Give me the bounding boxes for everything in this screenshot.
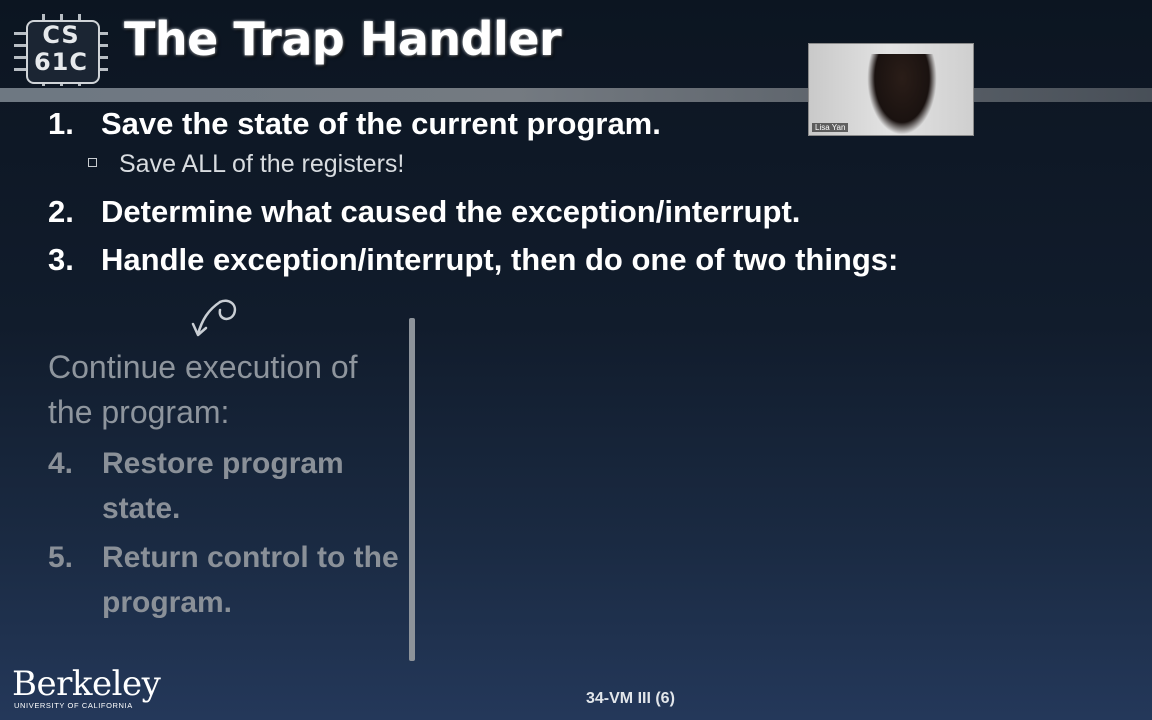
step-4-number: 4.: [48, 447, 74, 480]
header-band: [0, 88, 1152, 102]
step-1: 1. Save the state of the current program.: [48, 106, 661, 142]
cs61c-chip-logo: CS 61C: [14, 14, 108, 86]
step-4: 4. Restore program state.: [48, 441, 388, 533]
logo-line-2: 61C: [33, 48, 88, 76]
step-2-text: Determine what caused the exception/inte…: [101, 194, 801, 229]
step-5: 5. Return control to the program.: [48, 535, 399, 627]
hand-drawn-arrow-icon: [191, 299, 237, 337]
participant-name: Lisa Yan: [812, 123, 849, 132]
participant-avatar: [867, 54, 937, 135]
column-divider: [409, 318, 415, 661]
step-4-text: Restore program state.: [102, 447, 344, 525]
slide-number: 34-VM III (6): [586, 690, 675, 707]
berkeley-logo: Berkeley: [12, 664, 161, 704]
square-bullet-icon: [88, 157, 97, 167]
continue-execution-heading: Continue execution of the program:: [48, 349, 358, 430]
berkeley-logo-subtitle: UNIVERSITY OF CALIFORNIA: [14, 701, 133, 710]
step-5-number: 5.: [48, 541, 74, 574]
step-1-sub-bullet: Save ALL of the registers!: [88, 150, 404, 179]
step-2-number: 2.: [48, 194, 74, 229]
participant-video-tile[interactable]: Lisa Yan: [808, 43, 974, 136]
step-3: 3. Handle exception/interrupt, then do on…: [48, 242, 898, 278]
step-1-number: 1.: [48, 106, 74, 141]
sub-bullet-text: Save ALL of the registers!: [119, 150, 405, 178]
step-2: 2. Determine what caused the exception/in…: [48, 194, 800, 230]
slide-title: The Trap Handler: [124, 12, 562, 66]
step-3-text: Handle exception/interrupt, then do one …: [101, 242, 899, 277]
step-1-text: Save the state of the current program.: [101, 106, 661, 141]
logo-line-1: CS: [42, 21, 80, 49]
step-5-text: Return control to the program.: [102, 541, 399, 619]
step-3-number: 3.: [48, 242, 74, 277]
